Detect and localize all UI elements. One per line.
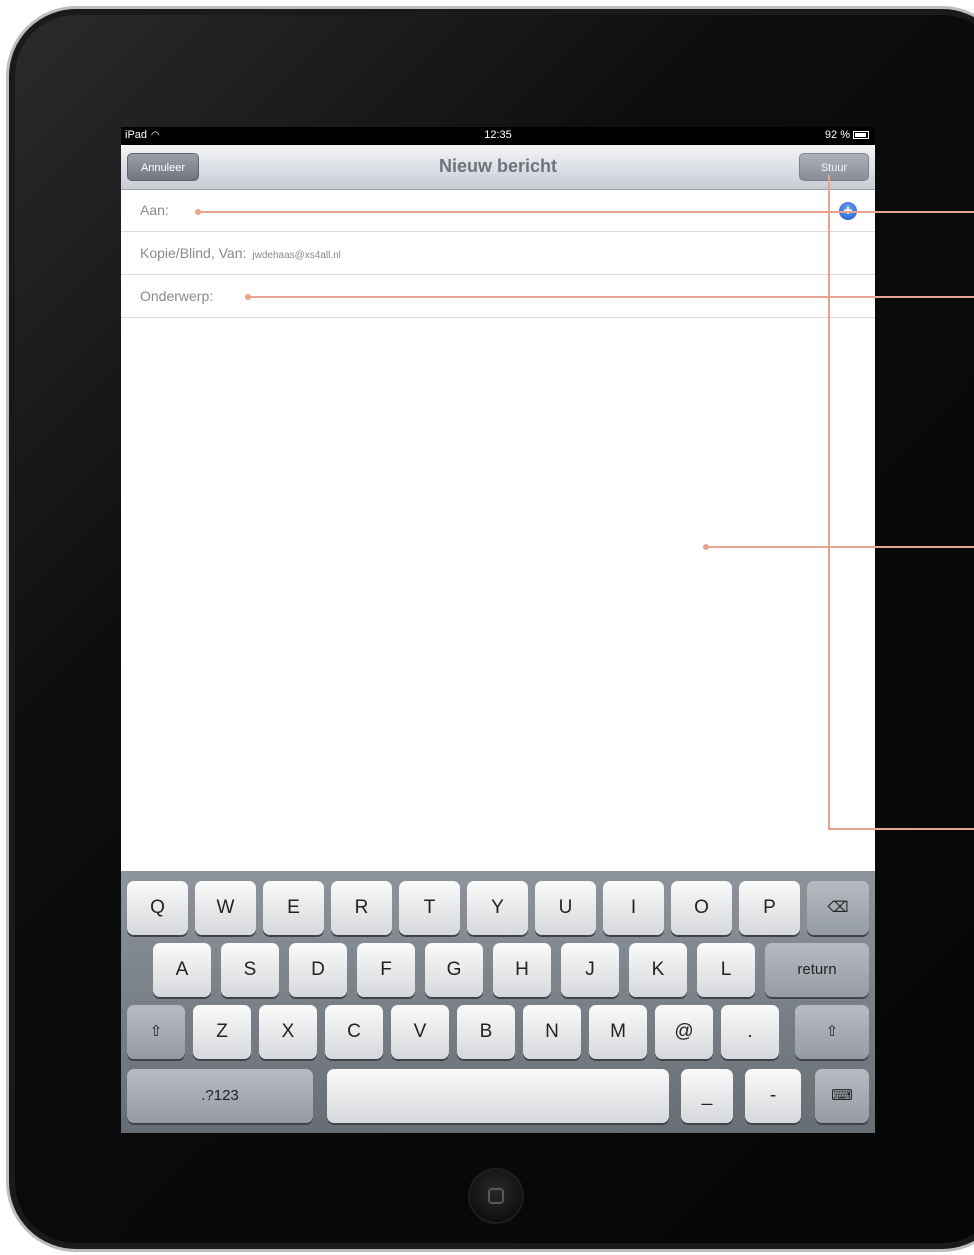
callout-line-subject (245, 294, 974, 300)
key-dash[interactable]: - (745, 1069, 801, 1123)
shift-key-right[interactable]: ⇧ (795, 1005, 869, 1059)
key-i[interactable]: I (603, 881, 664, 935)
to-label: Aan: (140, 202, 169, 218)
backspace-icon: ⌫ (827, 899, 849, 916)
shift-key-left[interactable]: ⇧ (127, 1005, 185, 1059)
key-r[interactable]: R (331, 881, 392, 935)
callout-line-body (703, 544, 974, 550)
key-g[interactable]: G (425, 943, 483, 997)
key-period[interactable]: . (721, 1005, 779, 1059)
key-w[interactable]: W (195, 881, 256, 935)
callout-line-send (828, 828, 974, 830)
battery-indicator: 92 % (825, 129, 869, 141)
key-k[interactable]: K (629, 943, 687, 997)
key-at[interactable]: @ (655, 1005, 713, 1059)
key-h[interactable]: H (493, 943, 551, 997)
cc-bcc-from-label: Kopie/Blind, Van: jwdehaas@xs4all.nl (140, 245, 341, 261)
key-c[interactable]: C (325, 1005, 383, 1059)
return-key[interactable]: return (765, 943, 869, 997)
key-o[interactable]: O (671, 881, 732, 935)
key-underscore[interactable]: _ (681, 1069, 733, 1123)
numbers-key[interactable]: .?123 (127, 1069, 313, 1123)
key-d[interactable]: D (289, 943, 347, 997)
key-m[interactable]: M (589, 1005, 647, 1059)
cc-bcc-from-field[interactable]: Kopie/Blind, Van: jwdehaas@xs4all.nl (121, 232, 875, 275)
navigation-bar: Annuleer Nieuw bericht Stuur (121, 145, 875, 190)
page-title: Nieuw bericht (438, 156, 558, 176)
key-u[interactable]: U (535, 881, 596, 935)
key-v[interactable]: V (391, 1005, 449, 1059)
home-button[interactable] (468, 1168, 524, 1224)
key-e[interactable]: E (263, 881, 324, 935)
battery-icon (853, 131, 869, 139)
message-body[interactable] (121, 319, 875, 871)
mail-compose-screen: iPad ◠ 12:35 92 % Annuleer Nieuw bericht … (121, 127, 875, 1133)
shift-icon: ⇧ (825, 1023, 839, 1040)
callout-line-send-vertical (828, 175, 830, 829)
key-q[interactable]: Q (127, 881, 188, 935)
key-n[interactable]: N (523, 1005, 581, 1059)
shift-icon: ⇧ (149, 1023, 163, 1040)
backspace-key[interactable]: ⌫ (807, 881, 869, 935)
from-address: jwdehaas@xs4all.nl (252, 250, 341, 261)
key-j[interactable]: J (561, 943, 619, 997)
key-x[interactable]: X (259, 1005, 317, 1059)
status-bar: iPad ◠ 12:35 92 % (121, 127, 875, 145)
key-a[interactable]: A (153, 943, 211, 997)
key-z[interactable]: Z (193, 1005, 251, 1059)
subject-label: Onderwerp: (140, 288, 214, 304)
callout-line-to (195, 209, 974, 215)
key-l[interactable]: L (697, 943, 755, 997)
home-icon (488, 1188, 504, 1204)
dismiss-keyboard-key[interactable]: ⌨ (815, 1069, 869, 1123)
key-t[interactable]: T (399, 881, 460, 935)
send-button[interactable]: Stuur (799, 153, 869, 181)
key-b[interactable]: B (457, 1005, 515, 1059)
space-key[interactable] (327, 1069, 669, 1123)
key-p[interactable]: P (739, 881, 800, 935)
key-s[interactable]: S (221, 943, 279, 997)
on-screen-keyboard: Q W E R T Y U I O P ⌫ A S D F G H J K L … (121, 871, 875, 1133)
keyboard-icon: ⌨ (831, 1087, 853, 1104)
key-f[interactable]: F (357, 943, 415, 997)
key-y[interactable]: Y (467, 881, 528, 935)
status-time: 12:35 (484, 129, 512, 141)
